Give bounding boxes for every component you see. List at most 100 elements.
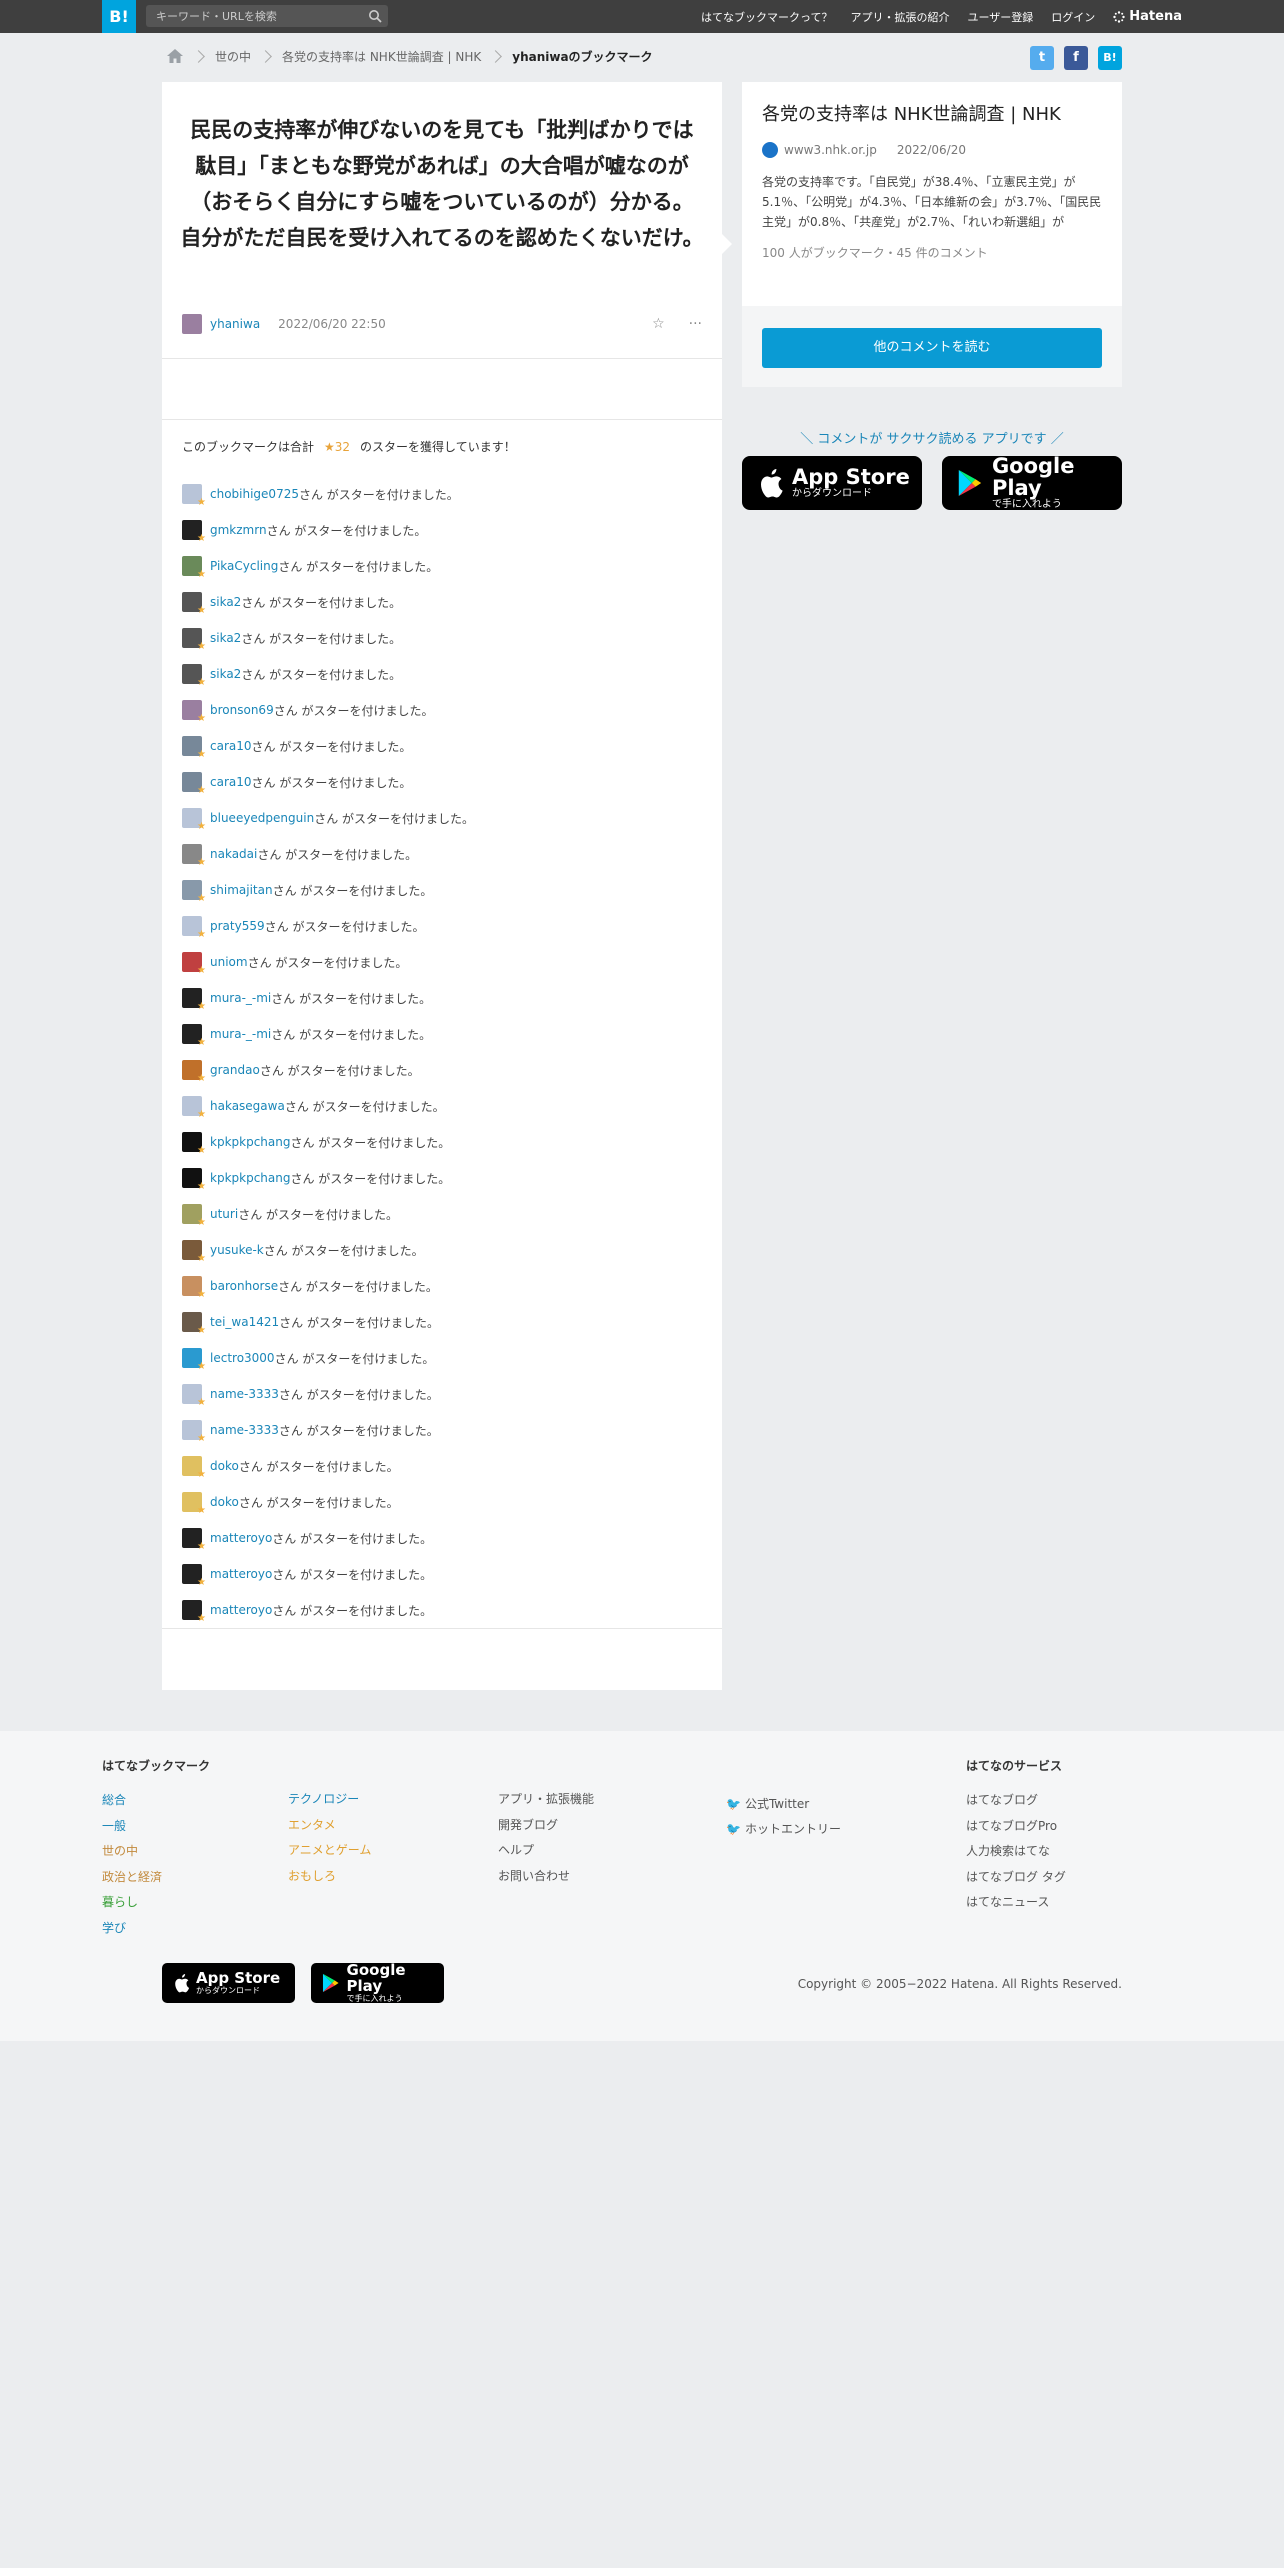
search-icon[interactable] (368, 9, 382, 23)
add-star-icon[interactable]: ☆ (652, 316, 665, 332)
star-user-name[interactable]: hakasegawa (210, 1099, 285, 1113)
avatar[interactable]: ★ (182, 880, 206, 904)
avatar[interactable]: ★ (182, 1096, 206, 1120)
footer-category-link[interactable]: 一般 (102, 1818, 210, 1844)
hatena-brand-link[interactable]: Hatena (1113, 9, 1182, 24)
avatar[interactable]: ★ (182, 1060, 206, 1084)
star-user-name[interactable]: sika2 (210, 667, 241, 681)
avatar[interactable]: ★ (182, 1420, 206, 1444)
footer-service-link[interactable]: はてなブログPro (966, 1818, 1066, 1844)
avatar[interactable]: ★ (182, 772, 206, 796)
star-user-name[interactable]: doko (210, 1459, 239, 1473)
avatar[interactable]: ★ (182, 556, 206, 580)
star-user-name[interactable]: baronhorse (210, 1279, 278, 1293)
star-user-name[interactable]: PikaCycling (210, 559, 278, 573)
nav-login[interactable]: ログイン (1051, 9, 1095, 25)
star-user-name[interactable]: cara10 (210, 775, 252, 789)
avatar[interactable] (182, 314, 202, 334)
footer-category-link[interactable]: 総合 (102, 1792, 210, 1818)
home-icon[interactable] (166, 48, 184, 64)
avatar[interactable]: ★ (182, 916, 206, 940)
avatar[interactable]: ★ (182, 1384, 206, 1408)
star-user-name[interactable]: tei_wa1421 (210, 1315, 279, 1329)
star-user-name[interactable]: nakadai (210, 847, 257, 861)
avatar[interactable]: ★ (182, 1564, 206, 1588)
google-play-badge[interactable]: Google Play で手に入れよう (942, 455, 1122, 510)
avatar[interactable]: ★ (182, 1348, 206, 1372)
avatar[interactable]: ★ (182, 1240, 206, 1264)
avatar[interactable]: ★ (182, 1132, 206, 1156)
entry-bookmark-count[interactable]: 100 人がブックマーク・45 件のコメント (762, 244, 1102, 261)
star-user-name[interactable]: bronson69 (210, 703, 274, 717)
star-user-name[interactable]: sika2 (210, 631, 241, 645)
avatar[interactable]: ★ (182, 736, 206, 760)
entry-site[interactable]: www3.nhk.or.jp (784, 143, 877, 157)
footer-category-link[interactable]: アニメとゲーム (288, 1842, 371, 1868)
entry-title[interactable]: 各党の支持率は NHK世論調査 | NHK (762, 102, 1102, 128)
footer-link[interactable]: ヘルプ (498, 1842, 594, 1868)
avatar[interactable]: ★ (182, 1312, 206, 1336)
star-user-name[interactable]: grandao (210, 1063, 260, 1077)
footer-category-link[interactable]: 政治と経済 (102, 1869, 210, 1895)
footer-social-link[interactable]: 🐦 公式Twitter (726, 1791, 841, 1817)
avatar[interactable]: ★ (182, 1204, 206, 1228)
star-user-name[interactable]: kpkpkpchang (210, 1135, 290, 1149)
hatena-share-icon[interactable]: B! (1098, 46, 1122, 70)
nav-about[interactable]: はてなブックマークって？ (701, 9, 832, 25)
breadcrumb-entry[interactable]: 各党の支持率は NHK世論調査 | NHK (282, 48, 481, 65)
footer-category-link[interactable]: 学び (102, 1920, 210, 1946)
star-user-name[interactable]: sika2 (210, 595, 241, 609)
star-user-name[interactable]: yusuke-k (210, 1243, 264, 1257)
avatar[interactable]: ★ (182, 664, 206, 688)
footer-category-link[interactable]: エンタメ (288, 1817, 371, 1843)
star-user-name[interactable]: name-3333 (210, 1423, 279, 1437)
avatar[interactable]: ★ (182, 1024, 206, 1048)
avatar[interactable]: ★ (182, 628, 206, 652)
nav-apps[interactable]: アプリ・拡張の紹介 (851, 9, 950, 25)
avatar[interactable]: ★ (182, 484, 206, 508)
avatar[interactable]: ★ (182, 1492, 206, 1516)
search-input[interactable] (146, 5, 356, 28)
footer-link[interactable]: 開発ブログ (498, 1817, 594, 1843)
star-user-name[interactable]: mura-_-mi (210, 1027, 271, 1041)
star-user-name[interactable]: chobihige0725 (210, 487, 299, 501)
avatar[interactable]: ★ (182, 700, 206, 724)
star-user-name[interactable]: shimajitan (210, 883, 273, 897)
hatena-bookmark-logo[interactable]: B! (102, 0, 136, 33)
star-user-name[interactable]: lectro3000 (210, 1351, 275, 1365)
bookmark-user[interactable]: yhaniwa (210, 317, 260, 331)
footer-category-link[interactable]: 世の中 (102, 1843, 210, 1869)
twitter-share-icon[interactable]: t (1030, 46, 1054, 70)
star-user-name[interactable]: uturi (210, 1207, 238, 1221)
read-other-comments-button[interactable]: 他のコメントを読む (762, 328, 1102, 368)
star-user-name[interactable]: blueeyedpenguin (210, 811, 314, 825)
star-user-name[interactable]: name-3333 (210, 1387, 279, 1401)
avatar[interactable]: ★ (182, 1456, 206, 1480)
footer-app-store-badge[interactable]: App Store からダウンロード (162, 1963, 295, 2003)
footer-category-link[interactable]: テクノロジー (288, 1791, 371, 1817)
footer-service-link[interactable]: 人力検索はてな (966, 1843, 1066, 1869)
star-user-name[interactable]: uniom (210, 955, 248, 969)
avatar[interactable]: ★ (182, 1276, 206, 1300)
avatar[interactable]: ★ (182, 1528, 206, 1552)
star-user-name[interactable]: matteroyo (210, 1531, 272, 1545)
footer-google-play-badge[interactable]: Google Play で手に入れよう (311, 1962, 444, 2003)
avatar[interactable]: ★ (182, 1600, 206, 1624)
footer-link[interactable]: アプリ・拡張機能 (498, 1791, 594, 1817)
star-user-name[interactable]: kpkpkpchang (210, 1171, 290, 1185)
star-user-name[interactable]: matteroyo (210, 1603, 272, 1617)
footer-service-link[interactable]: はてなブログ (966, 1792, 1066, 1818)
breadcrumb-category[interactable]: 世の中 (215, 48, 251, 65)
avatar[interactable]: ★ (182, 520, 206, 544)
star-user-name[interactable]: doko (210, 1495, 239, 1509)
avatar[interactable]: ★ (182, 808, 206, 832)
avatar[interactable]: ★ (182, 988, 206, 1012)
star-user-name[interactable]: praty559 (210, 919, 265, 933)
star-user-name[interactable]: cara10 (210, 739, 252, 753)
footer-service-link[interactable]: はてなニュース (966, 1894, 1066, 1920)
app-store-badge[interactable]: App Store からダウンロード (742, 456, 922, 510)
star-user-name[interactable]: gmkzmrn (210, 523, 267, 537)
avatar[interactable]: ★ (182, 592, 206, 616)
facebook-share-icon[interactable]: f (1064, 46, 1088, 70)
footer-service-link[interactable]: はてなブログ タグ (966, 1869, 1066, 1895)
